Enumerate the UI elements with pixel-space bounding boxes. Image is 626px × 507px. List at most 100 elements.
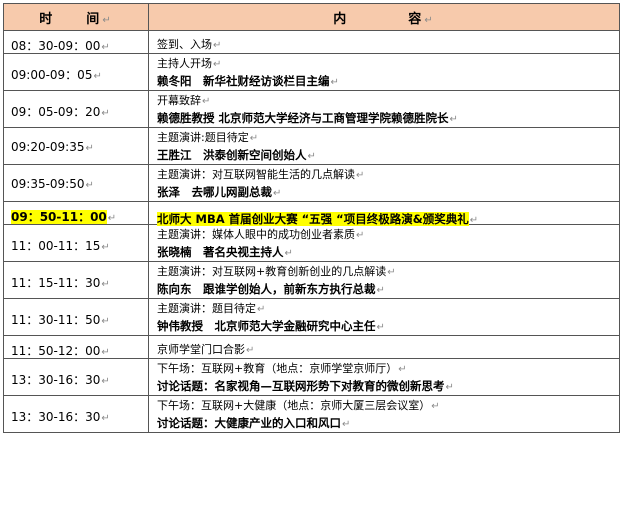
para-mark: ↵ (387, 267, 396, 278)
content-line-speaker: 讨论话题：名家视角—互联网形势下对教育的微创新思考 (157, 379, 445, 393)
para-mark: ↵ (101, 279, 110, 290)
content-cell: 北师大 MBA 首届创业大赛 “五强 “项目终极路演&颁奖典礼↵ (148, 201, 620, 226)
time-cell: 09:20-09:35↵ (3, 127, 149, 165)
content-line-speaker: 张泽 去哪儿网副总裁 (157, 185, 272, 199)
para-mark: ↵ (284, 248, 293, 259)
header-time: 时 间↵ (3, 3, 149, 31)
table-row: 09：05-09：20↵ 开幕致辞↵ 赖德胜教授 北京师范大学经济与工商管理学院赖德… (3, 90, 620, 128)
para-mark: ↵ (356, 170, 365, 181)
content-line-title: 下午场：互联网+教育（地点：京师学堂京师厅） (157, 362, 398, 375)
time-cell: 13：30-16：30↵ (3, 395, 149, 433)
content-line-speaker: 赖德胜教授 北京师范大学经济与工商管理学院赖德胜院长 (157, 111, 449, 125)
para-mark: ↵ (449, 114, 458, 125)
para-mark: ↵ (101, 347, 110, 358)
table-row: 09：50-11：00↵ 北师大 MBA 首届创业大赛 “五强 “项目终极路演&颁… (3, 201, 620, 226)
content-cell: 下午场：互联网+教育（地点：京师学堂京师厅）↵ 讨论话题：名家视角—互联网形势下对… (148, 358, 620, 396)
para-mark: ↵ (330, 77, 339, 88)
table-row: 13：30-16：30↵ 下午场：互联网+大健康（地点：京师大厦三层会议室）↵ 讨论… (3, 395, 620, 433)
para-mark: ↵ (398, 364, 407, 375)
para-mark: ↵ (431, 401, 440, 412)
schedule-table: 时间↵ 内容↵ 08：30-09：00↵ 签到、入场↵ 09:00-09：05↵ 主持… (3, 3, 620, 433)
content-line-title: 开幕致辞 (157, 94, 201, 107)
para-mark: ↵ (102, 14, 113, 26)
para-mark: ↵ (213, 59, 222, 70)
para-mark: ↵ (424, 14, 435, 26)
header-content: 内 容↵ (148, 3, 620, 31)
para-mark: ↵ (93, 71, 102, 82)
time-text: 11：00-11：15 (11, 239, 101, 253)
content-line-speaker: 讨论话题：大健康产业的入口和风口 (157, 416, 341, 430)
content-line-title: 签到、入场 (157, 38, 212, 51)
time-cell: 11：00-11：15↵ (3, 224, 149, 262)
para-mark: ↵ (257, 304, 266, 315)
content-line-title: 主题演讲：媒体人眼中的成功创业者素质 (157, 228, 355, 241)
content-cell: 主题演讲:题目待定↵ 王胜江 洪泰创新空间创始人↵ (148, 127, 620, 165)
para-mark: ↵ (101, 242, 110, 253)
time-text: 13：30-16：30 (11, 373, 101, 387)
content-cell: 下午场：互联网+大健康（地点：京师大厦三层会议室）↵ 讨论话题：大健康产业的入口和… (148, 395, 620, 433)
content-line-speaker: 张晓楠 著名央视主持人 (157, 245, 284, 259)
content-cell: 京师学堂门口合影↵ (148, 335, 620, 359)
time-text: 11：30-11：50 (11, 313, 101, 327)
time-cell: 11：50-12：00↵ (3, 335, 149, 359)
time-cell: 13：30-16：30↵ (3, 358, 149, 396)
para-mark: ↵ (107, 213, 117, 224)
para-mark: ↵ (101, 108, 110, 119)
table-row: 11：30-11：50↵ 主题演讲：题目待定↵ 钟伟教授 北京师范大学金融研究中心主… (3, 298, 620, 336)
time-cell: 09:35-09:50↵ (3, 164, 149, 202)
para-mark: ↵ (469, 215, 479, 226)
time-text: 09:35-09:50 (11, 177, 85, 191)
para-mark: ↵ (101, 376, 110, 387)
content-line-speaker: 陈向东 跟谁学创始人，前新东方执行总裁 (157, 282, 376, 296)
table-row: 11：00-11：15↵ 主题演讲：媒体人眼中的成功创业者素质↵ 张晓楠 著名央视主… (3, 224, 620, 262)
time-text: 09：50-11：00 (11, 210, 107, 224)
header-time-a: 时 (39, 11, 55, 27)
table-row: 09:00-09：05↵ 主持人开场↵ 赖冬阳 新华社财经访谈栏目主编↵ (3, 53, 620, 91)
content-line-title: 主持人开场 (157, 57, 212, 70)
header-content-b: 容 (408, 11, 424, 27)
para-mark: ↵ (101, 413, 110, 424)
time-text: 08：30-09：00 (11, 39, 101, 53)
content-line-title: 主题演讲：对互联网+教育创新创业的几点解读 (157, 265, 387, 278)
content-cell: 主持人开场↵ 赖冬阳 新华社财经访谈栏目主编↵ (148, 53, 620, 91)
time-text: 11：15-11：30 (11, 276, 101, 290)
content-line-title: 北师大 MBA 首届创业大赛 “五强 “项目终极路演&颁奖典礼 (157, 212, 469, 226)
table-row: 13：30-16：30↵ 下午场：互联网+教育（地点：京师学堂京师厅）↵ 讨论话题：… (3, 358, 620, 396)
content-line-title: 京师学堂门口合影 (157, 343, 245, 356)
content-line-speaker: 王胜江 洪泰创新空间创始人 (157, 148, 307, 162)
time-text: 13：30-16：30 (11, 410, 101, 424)
time-cell: 09：50-11：00↵ (3, 201, 149, 225)
time-cell: 09:00-09：05↵ (3, 53, 149, 91)
header-time-b: 间 (86, 11, 102, 27)
time-cell: 11：30-11：50↵ (3, 298, 149, 336)
time-text: 11：50-12：00 (11, 344, 101, 358)
header-row: 时间↵ 内容↵ (3, 3, 620, 31)
para-mark: ↵ (101, 316, 110, 327)
content-cell: 主题演讲：对互联网智能生活的几点解读↵ 张泽 去哪儿网副总裁↵ (148, 164, 620, 202)
para-mark: ↵ (246, 345, 255, 356)
para-mark: ↵ (307, 151, 316, 162)
para-mark: ↵ (101, 42, 110, 53)
table-row: 09:35-09:50↵ 主题演讲：对互联网智能生活的几点解读↵ 张泽 去哪儿网副总… (3, 164, 620, 202)
time-cell: 09：05-09：20↵ (3, 90, 149, 128)
header-content-a: 内 (333, 11, 349, 27)
content-line-speaker: 赖冬阳 新华社财经访谈栏目主编 (157, 74, 330, 88)
para-mark: ↵ (342, 419, 351, 430)
content-line-title: 下午场：互联网+大健康（地点：京师大厦三层会议室） (157, 399, 431, 412)
content-line-title: 主题演讲：对互联网智能生活的几点解读 (157, 168, 355, 181)
para-mark: ↵ (213, 40, 222, 51)
content-cell: 开幕致辞↵ 赖德胜教授 北京师范大学经济与工商管理学院赖德胜院长↵ (148, 90, 620, 128)
para-mark: ↵ (85, 143, 94, 154)
para-mark: ↵ (249, 133, 259, 144)
time-text: 09:20-09:35 (11, 140, 85, 154)
time-cell: 08：30-09：00↵ (3, 30, 149, 54)
content-cell: 主题演讲：题目待定↵ 钟伟教授 北京师范大学金融研究中心主任↵ (148, 298, 620, 336)
time-text: 09:00-09：05 (11, 68, 93, 82)
content-line-title: 主题演讲：题目待定 (157, 302, 256, 315)
para-mark: ↵ (445, 382, 454, 393)
time-text: 09：05-09：20 (11, 105, 101, 119)
table-row: 11：15-11：30↵ 主题演讲：对互联网+教育创新创业的几点解读↵ 陈向东 跟谁… (3, 261, 620, 299)
para-mark: ↵ (356, 230, 365, 241)
table-row: 08：30-09：00↵ 签到、入场↵ (3, 30, 620, 54)
para-mark: ↵ (202, 96, 211, 107)
